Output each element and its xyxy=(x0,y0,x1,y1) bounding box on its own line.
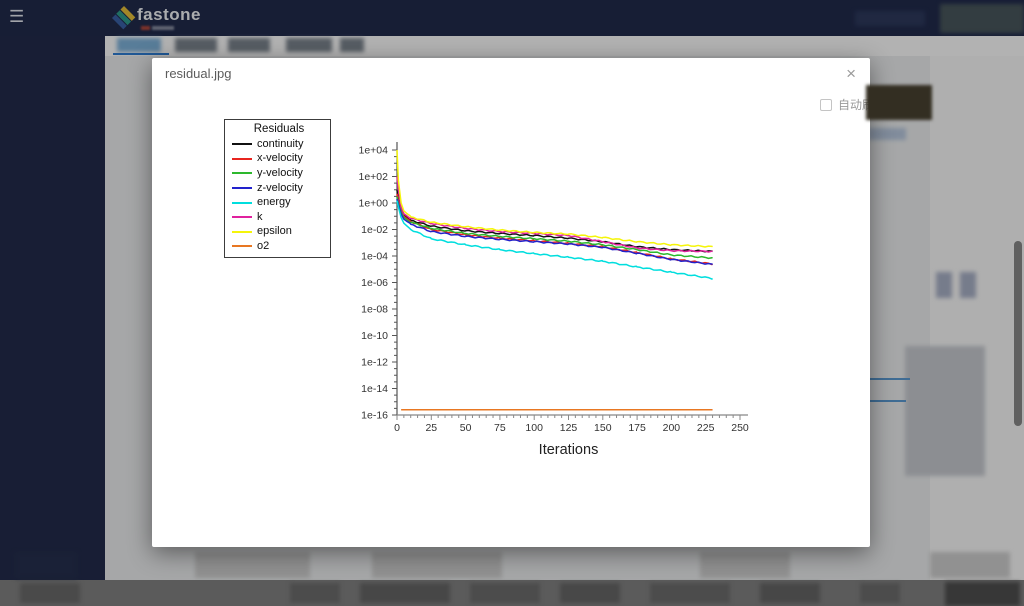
svg-text:100: 100 xyxy=(525,422,543,434)
svg-text:1e-08: 1e-08 xyxy=(361,304,388,316)
svg-text:75: 75 xyxy=(494,422,506,434)
legend-label: z-velocity xyxy=(257,183,303,194)
legend-label: continuity xyxy=(257,139,303,150)
svg-text:175: 175 xyxy=(628,422,646,434)
svg-text:1e-02: 1e-02 xyxy=(361,224,388,236)
legend-swatch xyxy=(232,143,252,145)
svg-text:1e-14: 1e-14 xyxy=(361,383,388,395)
image-preview-modal: residual.jpg × 自动刷新 1e+041e+021e+001e-02… xyxy=(152,58,870,547)
legend-item: epsilon xyxy=(232,225,326,240)
legend-item: x-velocity xyxy=(232,152,326,167)
legend-item: y-velocity xyxy=(232,166,326,181)
svg-text:25: 25 xyxy=(425,422,437,434)
legend-swatch xyxy=(232,172,252,174)
svg-text:250: 250 xyxy=(731,422,749,434)
svg-text:50: 50 xyxy=(460,422,472,434)
legend-swatch xyxy=(232,202,252,204)
svg-text:1e+00: 1e+00 xyxy=(359,198,389,210)
legend-swatch xyxy=(232,158,252,160)
svg-text:200: 200 xyxy=(663,422,681,434)
legend-swatch xyxy=(232,231,252,233)
legend-label: y-velocity xyxy=(257,168,303,179)
legend-item: energy xyxy=(232,195,326,210)
legend-label: o2 xyxy=(257,241,269,252)
legend-swatch xyxy=(232,187,252,189)
svg-text:1e+02: 1e+02 xyxy=(359,171,389,183)
legend-label: x-velocity xyxy=(257,153,303,164)
svg-text:150: 150 xyxy=(594,422,612,434)
legend-label: energy xyxy=(257,197,291,208)
legend-swatch xyxy=(232,216,252,218)
legend-title: Residuals xyxy=(232,122,326,137)
svg-text:1e+04: 1e+04 xyxy=(359,145,389,157)
svg-text:1e-04: 1e-04 xyxy=(361,251,388,263)
legend-item: continuity xyxy=(232,137,326,152)
legend-label: epsilon xyxy=(257,226,292,237)
svg-text:1e-16: 1e-16 xyxy=(361,410,388,422)
legend-swatch xyxy=(232,245,252,247)
svg-text:225: 225 xyxy=(697,422,715,434)
svg-text:1e-10: 1e-10 xyxy=(361,330,388,342)
svg-text:1e-12: 1e-12 xyxy=(361,357,388,369)
svg-text:125: 125 xyxy=(560,422,578,434)
chart-legend: Residuals continuity x-velocity y-velocity… xyxy=(224,119,331,258)
legend-item: k xyxy=(232,210,326,225)
legend-item: o2 xyxy=(232,239,326,254)
blurred-block xyxy=(866,85,932,120)
svg-text:Iterations: Iterations xyxy=(539,442,599,458)
svg-text:1e-06: 1e-06 xyxy=(361,277,388,289)
legend-label: k xyxy=(257,212,263,223)
svg-text:0: 0 xyxy=(394,422,400,434)
legend-item: z-velocity xyxy=(232,181,326,196)
